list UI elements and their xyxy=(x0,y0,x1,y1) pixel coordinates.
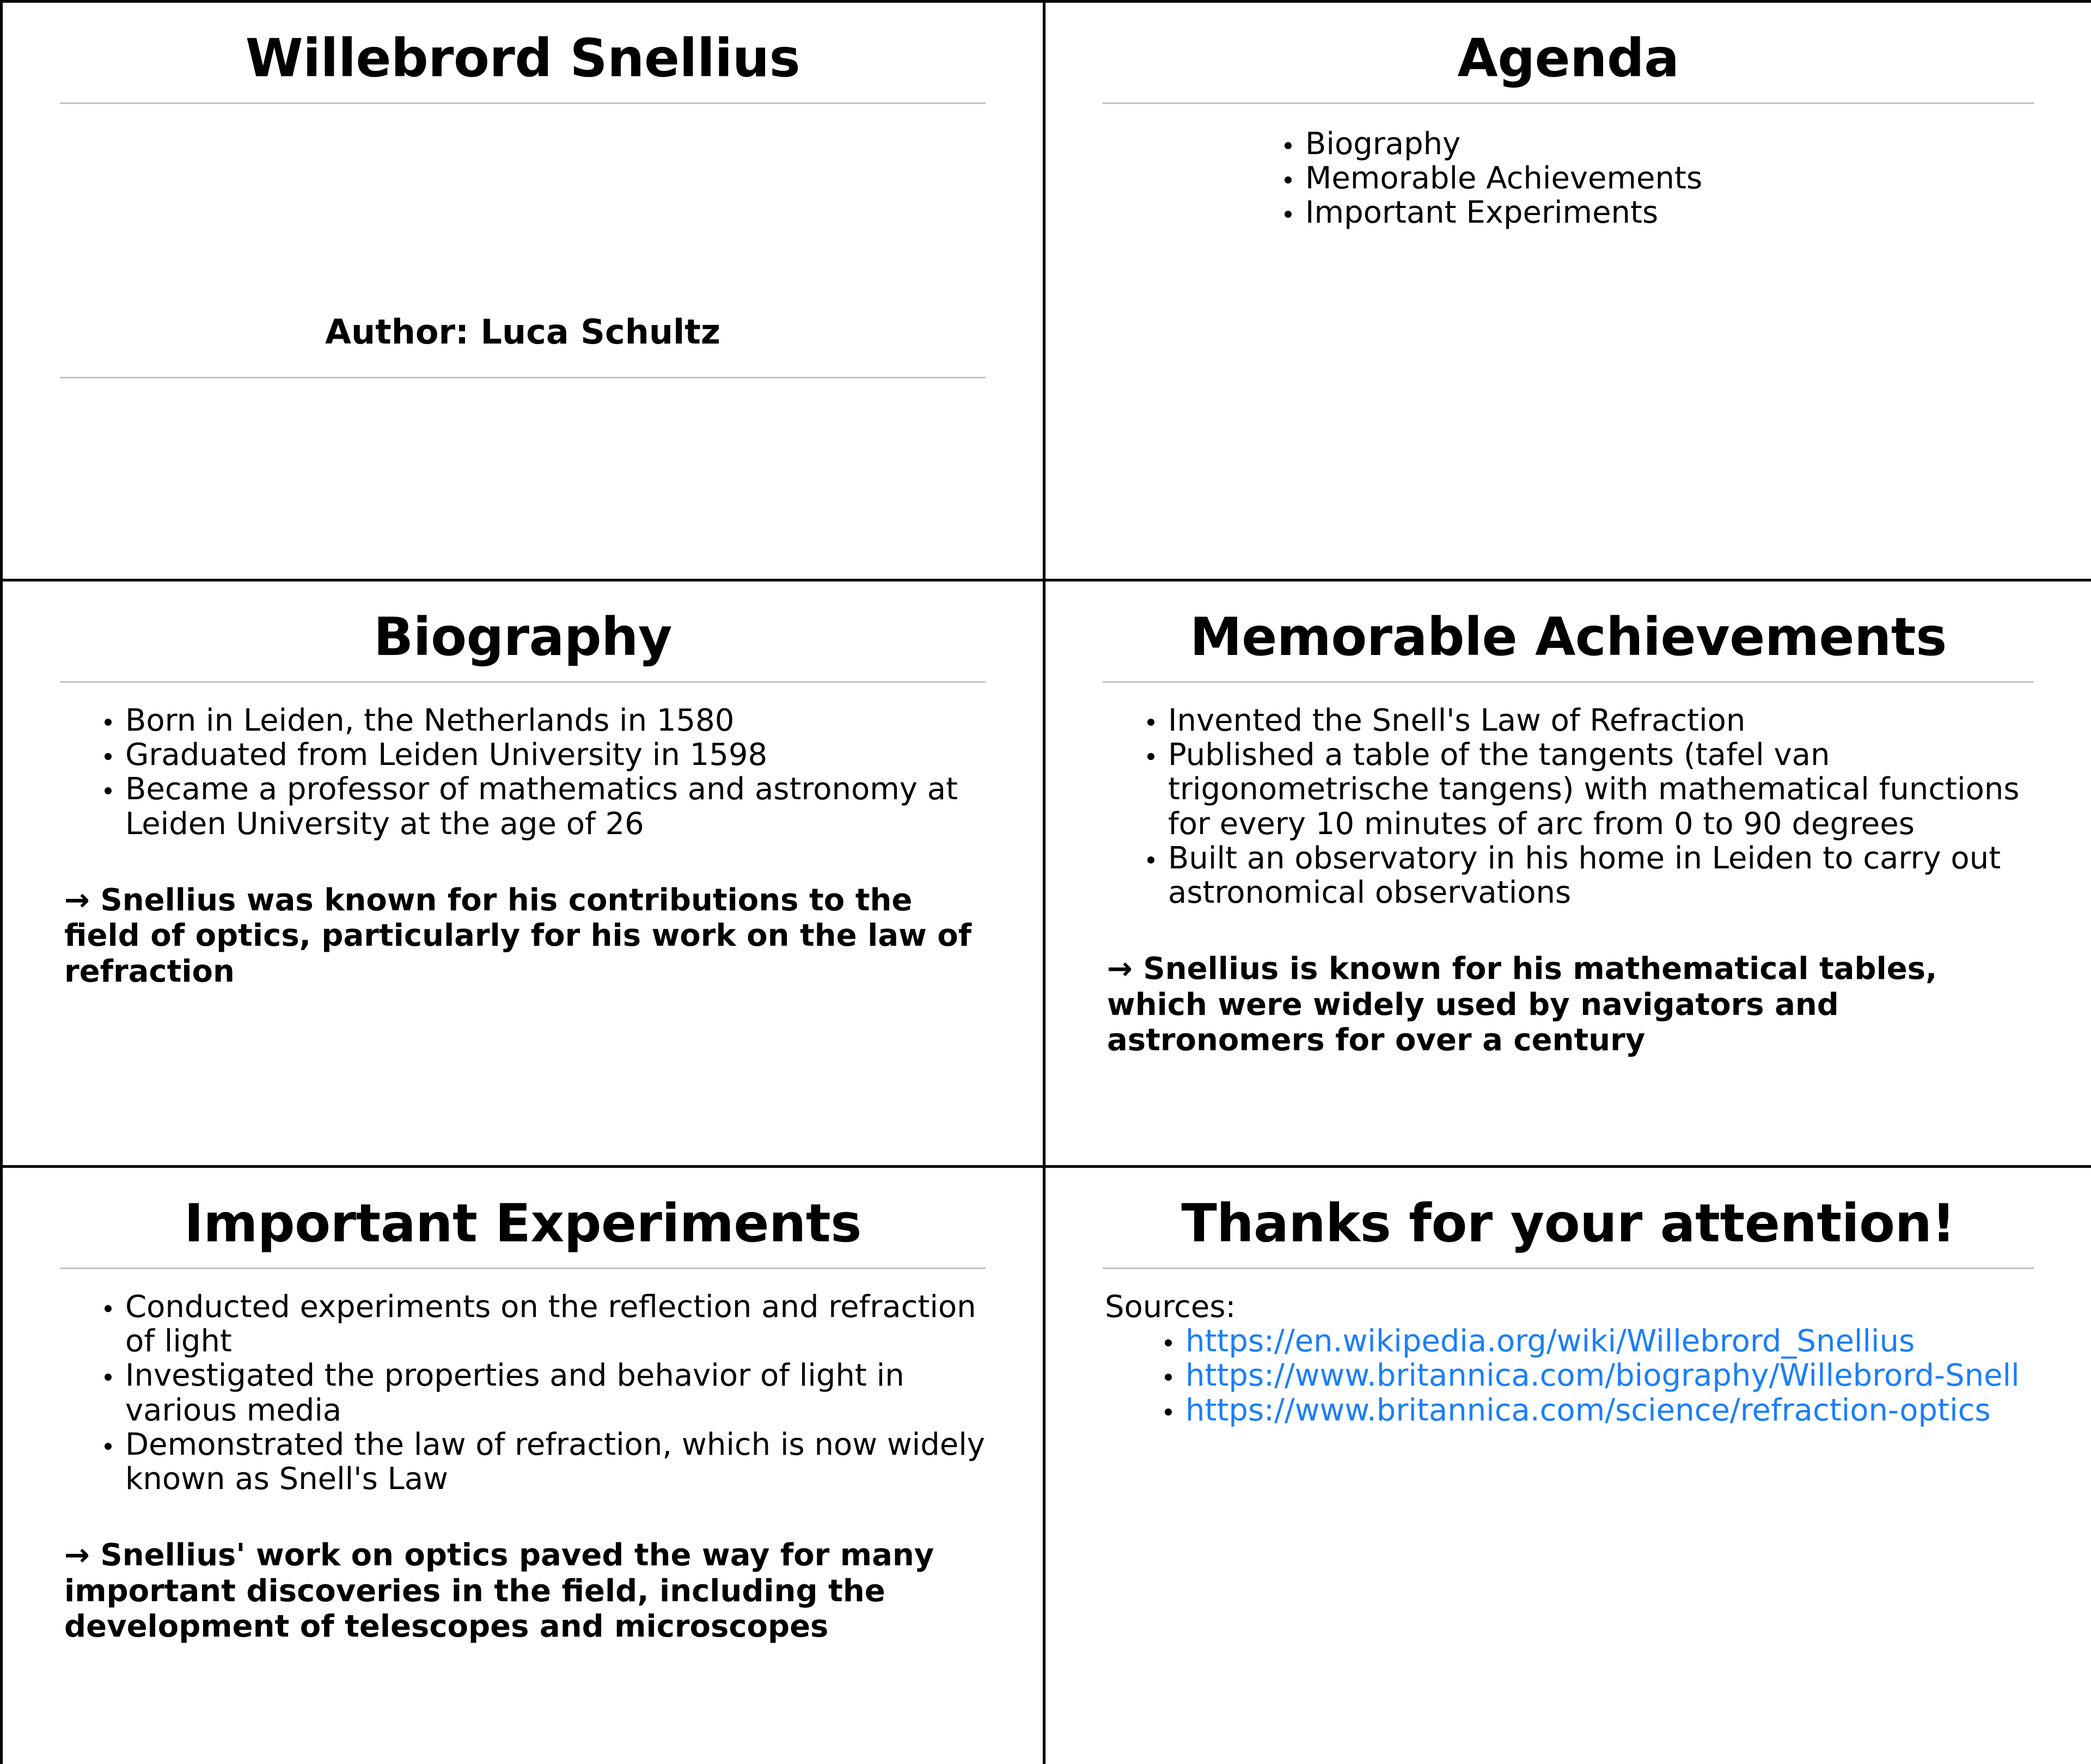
achievements-body: Invented the Snell's Law of Refraction P… xyxy=(1103,683,2034,1058)
slide-thanks[interactable]: Thanks for your attention! Sources: http… xyxy=(1046,1168,2091,1764)
slide-title[interactable]: Willebrord Snellius Author: Luca Schultz xyxy=(0,0,1046,581)
slide-deck: Willebrord Snellius Author: Luca Schultz… xyxy=(0,0,2091,1764)
page-title: Important Experiments xyxy=(184,1193,861,1254)
arrow-icon: → xyxy=(64,882,90,918)
slide-achievements[interactable]: Memorable Achievements Invented the Snel… xyxy=(1046,581,2091,1168)
sources-list: https://en.wikipedia.org/wiki/Willebrord… xyxy=(1103,1324,2034,1428)
bullet-list: Born in Leiden, the Netherlands in 1580 … xyxy=(60,703,986,841)
sources-label: Sources: xyxy=(1105,1289,1236,1325)
list-item: Memorable Achievements xyxy=(1282,161,2034,195)
bullet-list: Invented the Snell's Law of Refraction P… xyxy=(1103,703,2034,910)
experiments-body: Conducted experiments on the reflection … xyxy=(60,1269,986,1645)
takeaway-body: Snellius is known for his mathematical t… xyxy=(1107,951,1937,1058)
list-item: https://www.britannica.com/science/refra… xyxy=(1163,1393,2034,1428)
list-item: Demonstrated the law of refraction, whic… xyxy=(102,1428,986,1497)
title-slide-spacer xyxy=(60,104,986,314)
thanks-body: Sources: https://en.wikipedia.org/wiki/W… xyxy=(1103,1269,2034,1428)
list-item: https://en.wikipedia.org/wiki/Willebrord… xyxy=(1163,1324,2034,1358)
bullet-list: Conducted experiments on the reflection … xyxy=(60,1290,986,1497)
slide-experiments[interactable]: Important Experiments Conducted experime… xyxy=(0,1168,1046,1764)
agenda-body: Biography Memorable Achievements Importa… xyxy=(1103,104,2034,230)
list-item: Became a professor of mathematics and as… xyxy=(102,772,986,841)
takeaway-body: Snellius' work on optics paved the way f… xyxy=(64,1538,934,1645)
list-item: Investigated the properties and behavior… xyxy=(102,1358,986,1428)
takeaway-text: → Snellius' work on optics paved the way… xyxy=(60,1538,986,1645)
list-item: Conducted experiments on the reflection … xyxy=(102,1290,986,1359)
author-divider xyxy=(60,376,986,378)
page-title: Biography xyxy=(373,607,672,667)
list-item: Published a table of the tangents (tafel… xyxy=(1145,738,2034,841)
takeaway-text: → Snellius was known for his contributio… xyxy=(60,883,986,990)
page-title: Thanks for your attention! xyxy=(1181,1193,1955,1254)
list-item: Graduated from Leiden University in 1598 xyxy=(102,738,986,772)
source-link[interactable]: https://www.britannica.com/biography/Wil… xyxy=(1185,1358,2020,1393)
source-link[interactable]: https://www.britannica.com/science/refra… xyxy=(1185,1393,1991,1428)
list-item: Biography xyxy=(1282,127,2034,161)
source-link[interactable]: https://en.wikipedia.org/wiki/Willebrord… xyxy=(1185,1324,1915,1359)
slide-biography[interactable]: Biography Born in Leiden, the Netherland… xyxy=(0,581,1046,1168)
takeaway-text: → Snellius is known for his mathematical… xyxy=(1103,951,2034,1058)
list-item: Born in Leiden, the Netherlands in 1580 xyxy=(102,703,986,738)
arrow-icon: → xyxy=(64,1538,90,1573)
takeaway-body: Snellius was known for his contributions… xyxy=(64,882,972,989)
list-item: Important Experiments xyxy=(1282,195,2034,230)
list-item: https://www.britannica.com/biography/Wil… xyxy=(1163,1358,2034,1393)
biography-body: Born in Leiden, the Netherlands in 1580 … xyxy=(60,683,986,990)
slide-agenda[interactable]: Agenda Biography Memorable Achievements … xyxy=(1046,0,2091,581)
list-item: Invented the Snell's Law of Refraction xyxy=(1145,703,2034,738)
agenda-list: Biography Memorable Achievements Importa… xyxy=(1103,127,2034,230)
list-item: Built an observatory in his home in Leid… xyxy=(1145,841,2034,910)
page-title: Memorable Achievements xyxy=(1190,607,1947,667)
page-title: Agenda xyxy=(1457,28,1679,89)
author-label: Author: Luca Schultz xyxy=(325,311,720,352)
page-title: Willebrord Snellius xyxy=(245,28,800,89)
arrow-icon: → xyxy=(1107,951,1133,987)
